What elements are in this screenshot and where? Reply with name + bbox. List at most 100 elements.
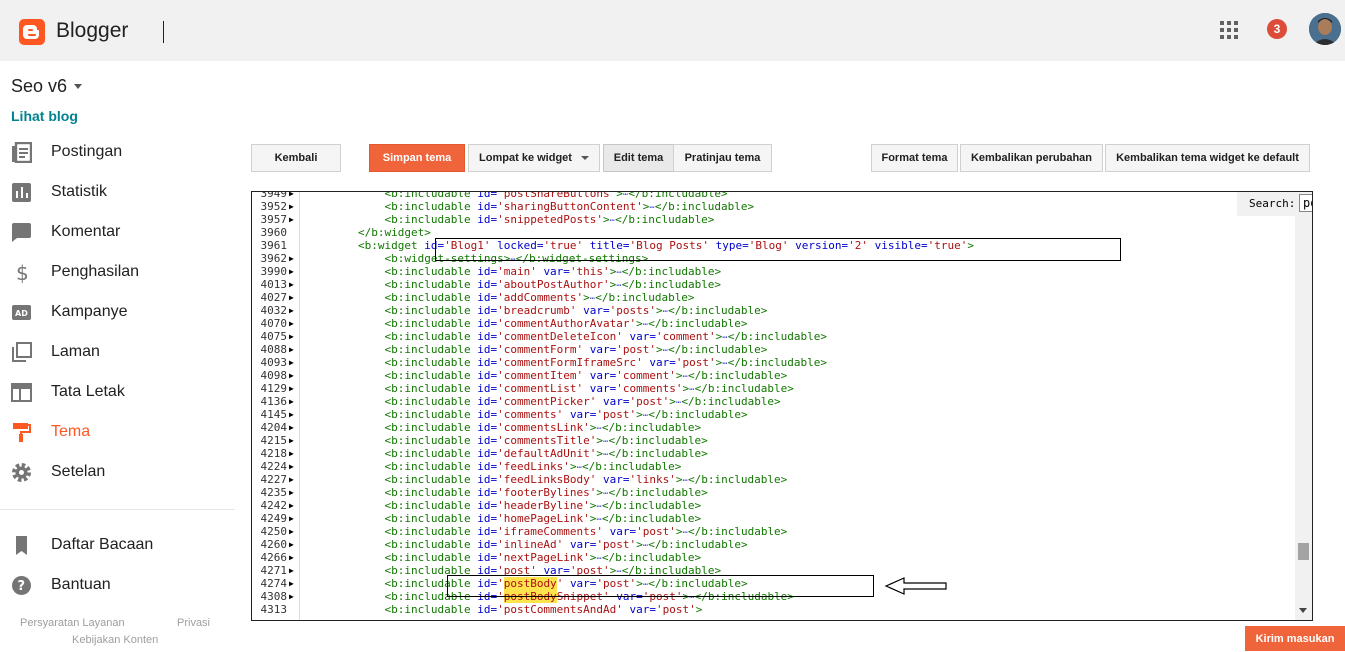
code-line[interactable]: 4242 ▶ <b:includable id='headerByline'>⋯<… (252, 499, 1292, 512)
fold-arrow-icon[interactable]: ▶ (289, 512, 294, 525)
code-line[interactable]: 4235 ▶ <b:includable id='footerBylines'>⋯… (252, 486, 1292, 499)
sidebar-item-theme[interactable]: Tema (0, 412, 230, 452)
brand-name[interactable]: Blogger (56, 19, 128, 43)
code-line[interactable]: 4088 ▶ <b:includable id='commentForm' var… (252, 343, 1292, 356)
code-line[interactable]: 4032 ▶ <b:includable id='breadcrumb' var=… (252, 304, 1292, 317)
chevron-down-icon[interactable] (74, 84, 82, 89)
fold-arrow-icon[interactable]: ▶ (289, 551, 294, 564)
fold-arrow-icon[interactable]: ▶ (289, 278, 294, 291)
code-line[interactable]: 4129 ▶ <b:includable id='commentList' var… (252, 382, 1292, 395)
fold-arrow-icon[interactable]: ▶ (289, 200, 294, 213)
code-line[interactable]: 4093 ▶ <b:includable id='commentFormIfram… (252, 356, 1292, 369)
code-line[interactable]: 4227 ▶ <b:includable id='feedLinksBody' v… (252, 473, 1292, 486)
back-button[interactable]: Kembali (251, 144, 341, 172)
code-line[interactable]: 4013 ▶ <b:includable id='aboutPostAuthor'… (252, 278, 1292, 291)
sidebar-item-posts[interactable]: Postingan (0, 132, 230, 172)
sidebar-item-help[interactable]: ? Bantuan (0, 565, 230, 605)
fold-arrow-icon[interactable]: ▶ (289, 304, 294, 317)
vertical-scrollbar[interactable] (1295, 192, 1312, 620)
scroll-down-arrow-icon[interactable] (1299, 608, 1307, 613)
sidebar-item-layout[interactable]: Tata Letak (0, 372, 230, 412)
fold-arrow-icon[interactable]: ▶ (289, 343, 294, 356)
code-token: <b:includable (384, 525, 478, 538)
fold-arrow-icon[interactable]: ▶ (289, 291, 294, 304)
scrollbar-thumb[interactable] (1298, 543, 1309, 560)
fold-arrow-icon[interactable]: ▶ (289, 356, 294, 369)
fold-arrow-icon[interactable]: ▶ (289, 577, 294, 590)
code-line[interactable]: 3949 ▶ <b:includable id='postShareButtons… (252, 192, 1292, 200)
code-line[interactable]: 4145 ▶ <b:includable id='comments' var='p… (252, 408, 1292, 421)
line-number: 4215 (260, 434, 288, 447)
fold-arrow-icon[interactable]: ▶ (289, 538, 294, 551)
code-token: id= (477, 265, 498, 278)
fold-arrow-icon[interactable]: ▶ (289, 460, 294, 473)
code-line[interactable]: 4250 ▶ <b:includable id='iframeComments' … (252, 525, 1292, 538)
code-line[interactable]: 4260 ▶ <b:includable id='inlineAd' var='p… (252, 538, 1292, 551)
fold-arrow-icon[interactable]: ▶ (289, 408, 294, 421)
fold-arrow-icon[interactable]: ▶ (289, 265, 294, 278)
fold-arrow-icon[interactable]: ▶ (289, 486, 294, 499)
avatar[interactable] (1309, 13, 1341, 45)
code-token: var= (609, 525, 637, 538)
code-token: 'commentPicker' (497, 395, 604, 408)
code-line[interactable]: 4224 ▶ <b:includable id='feedLinks'>⋯</b:… (252, 460, 1292, 473)
sidebar-item-comments[interactable]: Komentar (0, 212, 230, 252)
sidebar-item-stats[interactable]: Statistik (0, 172, 230, 212)
code-token: <b:includable (384, 421, 478, 434)
fold-arrow-icon[interactable]: ▶ (289, 252, 294, 265)
preview-theme-tab[interactable]: Pratinjau tema (673, 144, 772, 172)
fold-arrow-icon[interactable]: ▶ (289, 590, 294, 603)
code-line[interactable]: 4266 ▶ <b:includable id='nextPageLink'>⋯<… (252, 551, 1292, 564)
code-line[interactable]: 4249 ▶ <b:includable id='homePageLink'>⋯<… (252, 512, 1292, 525)
search-input[interactable] (1299, 194, 1312, 212)
jump-to-widget-dropdown[interactable]: Lompat ke widget (468, 144, 600, 172)
fold-arrow-icon[interactable]: ▶ (289, 192, 294, 200)
code-line[interactable]: 4075 ▶ <b:includable id='commentDeleteIco… (252, 330, 1292, 343)
code-line[interactable]: 4136 ▶ <b:includable id='commentPicker' v… (252, 395, 1292, 408)
code-line[interactable]: 4098 ▶ <b:includable id='commentItem' var… (252, 369, 1292, 382)
sidebar-item-settings[interactable]: Setelan (0, 452, 230, 492)
code-line[interactable]: 4070 ▶ <b:includable id='commentAuthorAva… (252, 317, 1292, 330)
fold-arrow-icon[interactable]: ▶ (289, 213, 294, 226)
notification-badge[interactable]: 3 (1267, 19, 1287, 39)
fold-arrow-icon[interactable]: ▶ (289, 499, 294, 512)
blogger-logo-icon[interactable] (19, 19, 45, 45)
fold-arrow-icon[interactable]: ▶ (289, 564, 294, 577)
send-feedback-button[interactable]: Kirim masukan (1245, 626, 1345, 651)
content-policy-link[interactable]: Kebijakan Konten (72, 634, 158, 646)
privacy-link[interactable]: Privasi (177, 617, 210, 629)
code-token: <b:includable (384, 382, 478, 395)
code-line[interactable]: 4313 <b:includable id='postCommentsAndAd… (252, 603, 1292, 616)
save-theme-button[interactable]: Simpan tema (369, 144, 465, 172)
blog-selector[interactable]: Seo v6 (11, 76, 67, 97)
code-line[interactable]: 4215 ▶ <b:includable id='commentsTitle'>⋯… (252, 434, 1292, 447)
code-line[interactable]: 3957 ▶ <b:includable id='snippetedPosts'>… (252, 213, 1292, 226)
fold-arrow-icon[interactable]: ▶ (289, 447, 294, 460)
fold-arrow-icon[interactable]: ▶ (289, 369, 294, 382)
code-line[interactable]: 3952 ▶ <b:includable id='sharingButtonCon… (252, 200, 1292, 213)
sidebar-item-campaigns[interactable]: AD Kampanye (0, 292, 230, 332)
fold-arrow-icon[interactable]: ▶ (289, 395, 294, 408)
terms-link[interactable]: Persyaratan Layanan (20, 617, 125, 629)
view-blog-link[interactable]: Lihat blog (11, 108, 78, 124)
fold-arrow-icon[interactable]: ▶ (289, 525, 294, 538)
fold-arrow-icon[interactable]: ▶ (289, 473, 294, 486)
sidebar-item-pages[interactable]: Laman (0, 332, 230, 372)
reset-widgets-button[interactable]: Kembalikan tema widget ke default (1105, 144, 1310, 172)
format-theme-button[interactable]: Format tema (871, 144, 958, 172)
code-line[interactable]: 3990 ▶ <b:includable id='main' var='this'… (252, 265, 1292, 278)
apps-grid-icon[interactable] (1220, 21, 1238, 39)
code-line[interactable]: 4027 ▶ <b:includable id='addComments'>⋯</… (252, 291, 1292, 304)
fold-arrow-icon[interactable]: ▶ (289, 382, 294, 395)
edit-theme-tab[interactable]: Edit tema (603, 144, 674, 172)
revert-changes-button[interactable]: Kembalikan perubahan (960, 144, 1103, 172)
fold-arrow-icon[interactable]: ▶ (289, 317, 294, 330)
code-token: </b:includable> (687, 473, 788, 486)
fold-arrow-icon[interactable]: ▶ (289, 421, 294, 434)
code-line[interactable]: 4218 ▶ <b:includable id='defaultAdUnit'>⋯… (252, 447, 1292, 460)
sidebar-item-earnings[interactable]: $ Penghasilan (0, 252, 230, 292)
fold-arrow-icon[interactable]: ▶ (289, 434, 294, 447)
fold-arrow-icon[interactable]: ▶ (289, 330, 294, 343)
sidebar-item-reading-list[interactable]: Daftar Bacaan (0, 525, 230, 565)
code-line[interactable]: 4204 ▶ <b:includable id='commentsLink'>⋯<… (252, 421, 1292, 434)
